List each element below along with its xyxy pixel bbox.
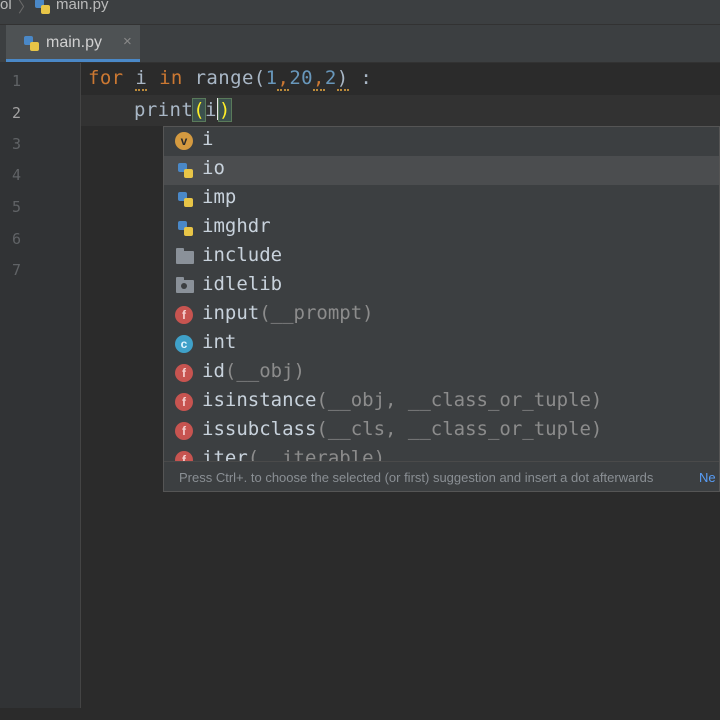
completion-item[interactable]: f id(__obj): [164, 359, 719, 388]
completion-item-name: imp: [202, 186, 237, 208]
line-number: 5: [12, 198, 22, 216]
completion-item[interactable]: imghdr: [164, 214, 719, 243]
breadcrumb-project[interactable]: ol: [0, 0, 12, 13]
function-icon: f: [175, 306, 193, 324]
breadcrumb: ol 〉 main.py: [0, 0, 720, 25]
completion-hint-bar: Press Ctrl+. to choose the selected (or …: [164, 461, 719, 491]
comma: ,: [313, 67, 325, 91]
matched-paren-close: ): [217, 98, 232, 122]
line-number: 4: [12, 166, 22, 184]
completion-hint-text: Press Ctrl+. to choose the selected (or …: [179, 470, 654, 485]
line-number: 3: [12, 135, 22, 153]
completion-item-name: imghdr: [202, 215, 271, 237]
editor-tab-bar: main.py ×: [0, 25, 720, 63]
line-number-current: 2: [12, 104, 22, 122]
completion-item-name: int: [202, 331, 237, 353]
line-number: 6: [12, 230, 22, 248]
keyword-for: for: [88, 67, 124, 89]
python-module-icon: [177, 162, 194, 179]
code-line-1[interactable]: for i in range(1,20,2) :: [88, 67, 373, 91]
loop-variable: i: [135, 67, 148, 91]
completion-item-name: i: [202, 128, 214, 150]
close-tab-icon[interactable]: ×: [123, 33, 132, 50]
colon: :: [360, 67, 373, 89]
breadcrumb-file[interactable]: main.py: [56, 0, 109, 13]
editor-bottom-edge: [0, 708, 720, 720]
python-module-icon: [177, 191, 194, 208]
completion-item-name: issubclass(__cls, __class_or_tuple): [202, 418, 603, 440]
completion-item-name: id(__obj): [202, 360, 305, 382]
completion-item-args: (__obj, __class_or_tuple): [316, 389, 603, 411]
tab-main-py[interactable]: main.py ×: [6, 25, 140, 62]
comma: ,: [277, 67, 290, 91]
function-print: print: [134, 99, 194, 121]
code-line-2[interactable]: print(i): [134, 98, 232, 122]
function-icon: f: [175, 364, 193, 382]
class-icon: c: [175, 335, 193, 353]
completion-item[interactable]: idlelib: [164, 272, 719, 301]
python-module-icon: [177, 220, 194, 237]
typed-argument: i: [205, 99, 217, 121]
completion-item[interactable]: f input(__prompt): [164, 301, 719, 330]
keyword-in: in: [159, 67, 183, 89]
completion-item-name: include: [202, 244, 283, 266]
number-step: 2: [324, 67, 337, 89]
function-icon: f: [175, 422, 193, 440]
completion-item[interactable]: v i: [164, 127, 719, 156]
next-tip-link[interactable]: Ne: [699, 470, 716, 485]
completion-item-selected[interactable]: io: [164, 156, 719, 185]
completion-item[interactable]: f issubclass(__cls, __class_or_tuple): [164, 417, 719, 446]
python-file-icon: [23, 35, 40, 52]
function-range: range: [194, 67, 254, 89]
line-number: 1: [12, 72, 22, 90]
completion-item-name: io: [202, 157, 225, 179]
python-file-icon: [34, 0, 51, 15]
paren-close: ): [336, 67, 349, 91]
matched-paren-open: (: [192, 98, 207, 122]
function-icon: f: [175, 393, 193, 411]
completion-item-args: (__cls, __class_or_tuple): [316, 418, 603, 440]
line-number-gutter: 1 2 3 4 5 6 7: [0, 63, 81, 720]
package-folder-icon: [176, 277, 194, 293]
completion-item-name: isinstance(__obj, __class_or_tuple): [202, 389, 603, 411]
breadcrumb-separator: 〉: [18, 0, 34, 16]
completion-item[interactable]: c int: [164, 330, 719, 359]
folder-icon: [176, 248, 194, 264]
line-number: 7: [12, 261, 22, 279]
number-start: 1: [265, 67, 278, 89]
completion-item-args: (__obj): [224, 360, 305, 382]
completion-item[interactable]: include: [164, 243, 719, 272]
completion-item-name: input(__prompt): [202, 302, 374, 324]
completion-item[interactable]: f isinstance(__obj, __class_or_tuple): [164, 388, 719, 417]
tab-label: main.py: [46, 34, 103, 51]
completion-item-args: (__prompt): [259, 302, 374, 324]
paren-open: (: [253, 67, 266, 89]
variable-icon: v: [175, 132, 193, 150]
completion-item-name: idlelib: [202, 273, 283, 295]
number-stop: 20: [289, 67, 314, 89]
completion-item[interactable]: imp: [164, 185, 719, 214]
code-completion-popup[interactable]: v i io imp imghdr include idlelib f inpu…: [163, 126, 720, 492]
